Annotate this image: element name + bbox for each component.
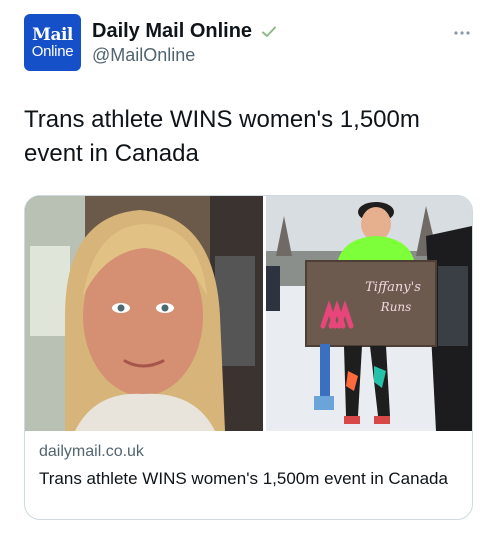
- more-dots-icon[interactable]: [453, 23, 471, 35]
- tweet: Mail Online Daily Mail Online @MailOnlin…: [0, 0, 497, 536]
- avatar[interactable]: Mail Online: [24, 14, 81, 71]
- avatar-line2: Online: [31, 42, 74, 60]
- link-card[interactable]: Tiffany's Runs dailymail.co.uk Trans ath…: [24, 195, 473, 520]
- tweet-text: Trans athlete WINS women's 1,500m event …: [24, 106, 420, 167]
- portrait-photo: [25, 196, 263, 431]
- card-domain[interactable]: dailymail.co.uk: [39, 443, 144, 461]
- handle[interactable]: @MailOnline: [92, 45, 195, 66]
- card-images[interactable]: Tiffany's Runs: [25, 196, 472, 431]
- verified-check-icon: [260, 23, 278, 41]
- card-title[interactable]: Trans athlete WINS women's 1,500m event …: [39, 467, 459, 490]
- sign-line2: Runs: [380, 300, 412, 314]
- sign-line1: Tiffany's: [365, 280, 421, 295]
- avatar-line1: Mail: [32, 24, 73, 45]
- display-name[interactable]: Daily Mail Online: [92, 20, 252, 43]
- runner-photo: Tiffany's Runs: [266, 196, 472, 431]
- name-row: Daily Mail Online: [92, 20, 278, 43]
